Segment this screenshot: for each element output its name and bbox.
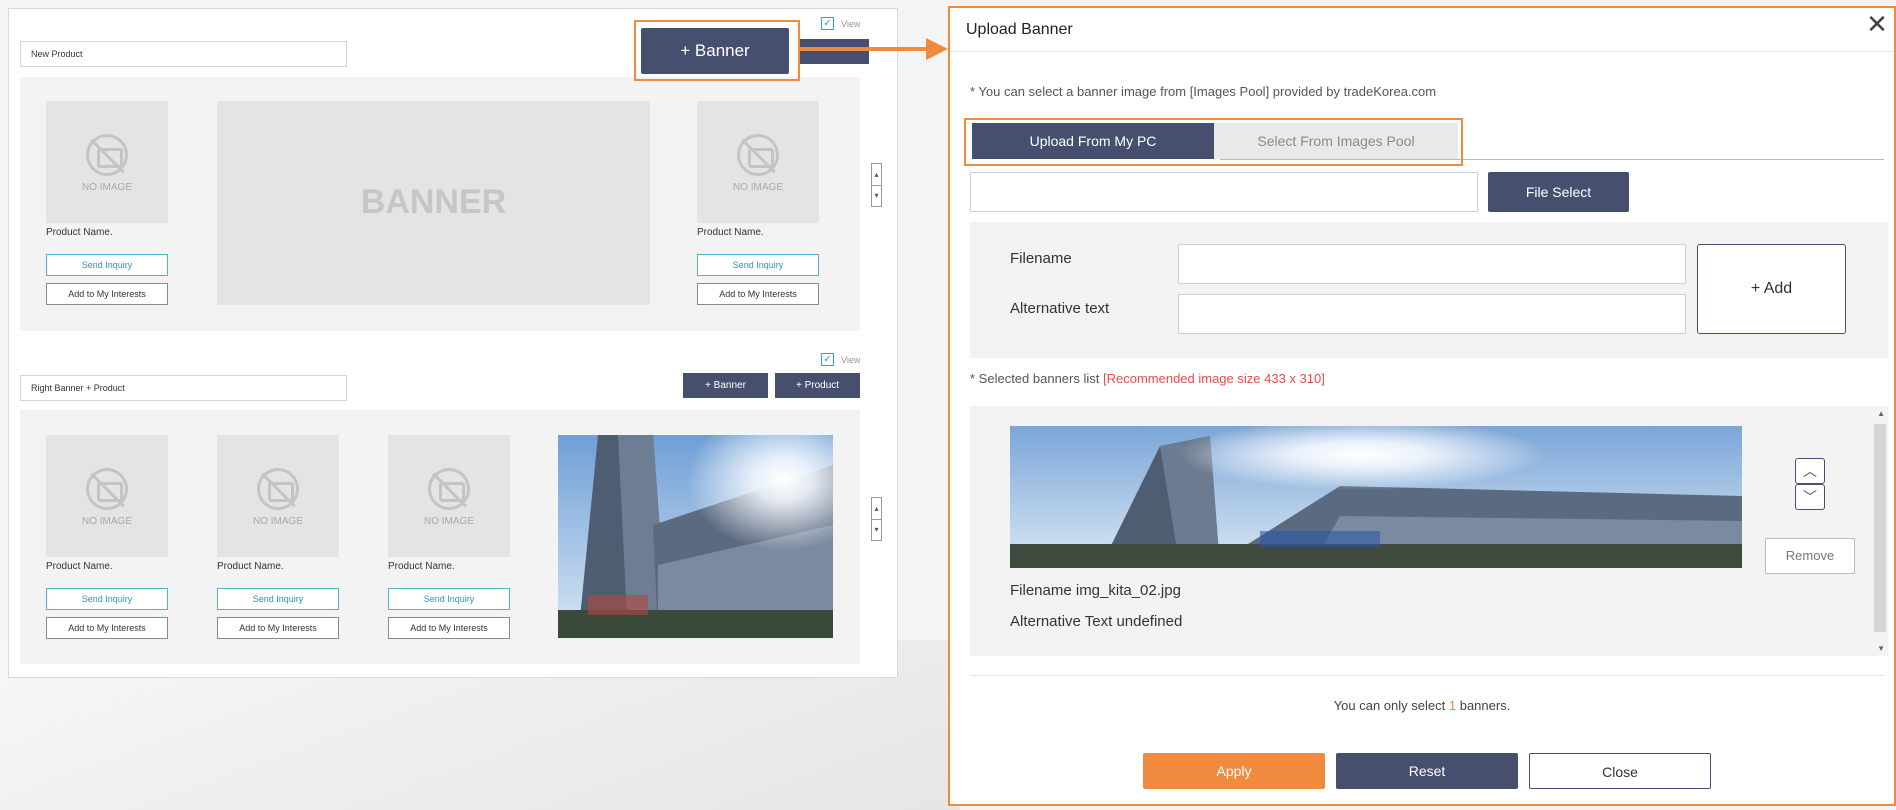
no-image-icon — [428, 468, 470, 510]
banner-input-area: Filename Alternative text + Add — [970, 222, 1888, 358]
scrollbar[interactable] — [1874, 424, 1886, 632]
move-down-icon[interactable]: ﹀ — [1795, 484, 1825, 510]
add-banner-button[interactable]: + Banner — [641, 28, 789, 74]
arrow-line — [800, 47, 930, 51]
send-inquiry-button[interactable]: Send Inquiry — [217, 588, 339, 610]
product-image-placeholder: NO IMAGE — [388, 435, 510, 557]
banner-placeholder-label: BANNER — [360, 183, 507, 221]
alt-text-input[interactable] — [1178, 294, 1686, 334]
no-image-label: NO IMAGE — [81, 516, 132, 527]
scroll-down-icon[interactable]: ▼ — [1877, 644, 1885, 653]
no-image-icon — [86, 134, 128, 176]
send-inquiry-button[interactable]: Send Inquiry — [46, 588, 168, 610]
product-image-placeholder: NO IMAGE — [46, 101, 168, 223]
close-icon[interactable]: ✕ — [1862, 10, 1892, 40]
product-name: Product Name. — [46, 561, 113, 572]
section-name-field[interactable]: New Product — [20, 41, 347, 67]
recommended-size-note: [Recommended image size 433 x 310] — [1102, 371, 1325, 386]
no-image-label: NO IMAGE — [252, 516, 303, 527]
info-note: * You can select a banner image from [Im… — [970, 84, 1437, 99]
reorder-control[interactable]: ▴ ▾ — [871, 163, 882, 207]
filename-label: Filename — [1010, 250, 1072, 267]
product-image-placeholder: NO IMAGE — [697, 101, 819, 223]
product-name: Product Name. — [217, 561, 284, 572]
page-editor-panel: ✓ View New Product NO IMAGE Product Name… — [8, 8, 898, 678]
add-banner-button[interactable]: + Banner — [683, 373, 768, 398]
move-down-icon[interactable]: ▾ — [872, 520, 881, 540]
product-name: Product Name. — [46, 227, 113, 238]
selected-list-label: * Selected banners list — [970, 371, 1100, 386]
product-image-placeholder: NO IMAGE — [217, 435, 339, 557]
section-name-field[interactable]: Right Banner + Product — [20, 375, 347, 401]
file-path-field[interactable] — [970, 172, 1478, 212]
no-image-label: NO IMAGE — [423, 516, 474, 527]
arrow-head-icon — [926, 38, 948, 60]
highlight-frame — [964, 118, 1463, 166]
banner-image — [558, 435, 833, 638]
add-to-interests-button[interactable]: Add to My Interests — [217, 617, 339, 639]
apply-button[interactable]: Apply — [1143, 753, 1325, 789]
banner-placeholder: BANNER — [217, 101, 650, 305]
banner-filename-text: Filename img_kita_02.jpg — [1010, 582, 1181, 599]
send-inquiry-button[interactable]: Send Inquiry — [46, 254, 168, 276]
remove-button[interactable]: Remove — [1765, 538, 1855, 574]
move-down-icon[interactable]: ▾ — [872, 186, 881, 206]
view-label: View — [841, 19, 861, 29]
limit-count: 1 — [1448, 698, 1457, 713]
move-up-icon[interactable]: ▴ — [872, 498, 881, 519]
reorder-control[interactable]: ▴ ▾ — [871, 497, 882, 541]
view-checkbox[interactable]: ✓ — [821, 17, 834, 30]
add-to-interests-button[interactable]: Add to My Interests — [46, 283, 168, 305]
send-inquiry-button[interactable]: Send Inquiry — [697, 254, 819, 276]
section-content: NO IMAGE Product Name. Send Inquiry Add … — [20, 410, 860, 664]
add-banner-item-button[interactable]: + Add — [1697, 244, 1846, 334]
add-product-button[interactable]: + Product — [775, 373, 860, 398]
view-checkbox[interactable]: ✓ — [821, 353, 834, 366]
add-to-interests-button[interactable]: Add to My Interests — [388, 617, 510, 639]
selected-banners-list: Filename img_kita_02.jpg Alternative Tex… — [970, 406, 1888, 656]
limit-suffix: banners. — [1459, 698, 1511, 713]
divider — [950, 51, 1894, 52]
reset-button[interactable]: Reset — [1336, 753, 1518, 789]
upload-banner-dialog: Upload Banner ✕ * You can select a banne… — [948, 6, 1896, 806]
add-to-interests-button[interactable]: Add to My Interests — [697, 283, 819, 305]
limit-prefix: You can only select — [1333, 698, 1446, 713]
section-content: NO IMAGE Product Name. Send Inquiry Add … — [20, 77, 860, 331]
file-select-button[interactable]: File Select — [1488, 172, 1629, 212]
banner-alt-text: Alternative Text undefined — [1010, 613, 1183, 630]
add-to-interests-button[interactable]: Add to My Interests — [46, 617, 168, 639]
divider — [970, 675, 1884, 676]
send-inquiry-button[interactable]: Send Inquiry — [388, 588, 510, 610]
product-name: Product Name. — [697, 227, 764, 238]
selection-limit-note: You can only select 1 banners. — [950, 698, 1894, 713]
product-name: Product Name. — [388, 561, 455, 572]
dialog-title: Upload Banner — [966, 21, 1073, 38]
close-button[interactable]: Close — [1529, 753, 1711, 789]
product-button-hidden[interactable] — [799, 39, 869, 64]
no-image-label: NO IMAGE — [732, 182, 783, 193]
no-image-icon — [737, 134, 779, 176]
move-up-icon[interactable]: ︿ — [1795, 458, 1825, 484]
no-image-icon — [257, 468, 299, 510]
selected-banner-thumbnail — [1010, 426, 1742, 568]
product-image-placeholder: NO IMAGE — [46, 435, 168, 557]
no-image-icon — [86, 468, 128, 510]
filename-input[interactable] — [1178, 244, 1686, 284]
no-image-label: NO IMAGE — [81, 182, 132, 193]
move-up-icon[interactable]: ▴ — [872, 164, 881, 185]
scroll-up-icon[interactable]: ▲ — [1877, 409, 1885, 418]
alt-text-label: Alternative text — [1010, 300, 1110, 317]
view-label: View — [841, 355, 861, 365]
